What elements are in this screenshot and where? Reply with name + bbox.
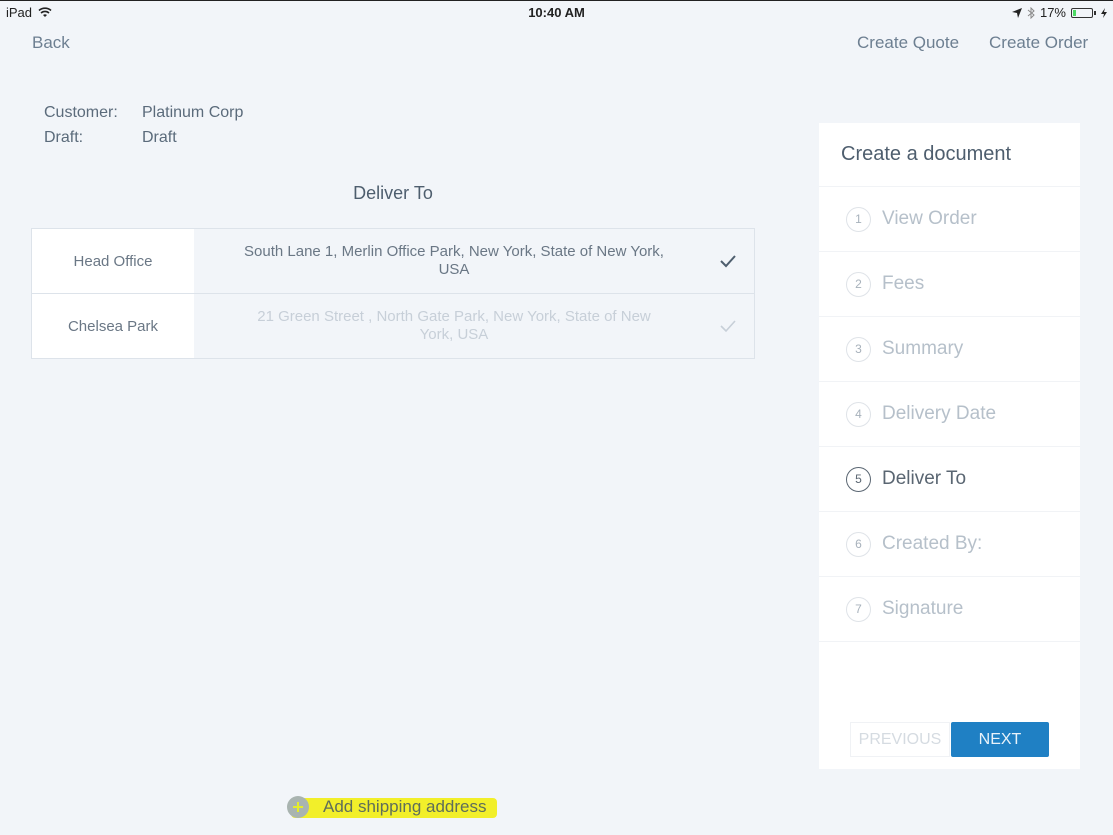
- customer-value: Platinum Corp: [142, 103, 244, 121]
- address-name[interactable]: Chelsea Park: [32, 294, 194, 358]
- check-icon: [720, 320, 736, 333]
- step-label: View Order: [882, 208, 977, 229]
- step-label: Delivery Date: [882, 403, 997, 424]
- step-number: 2: [846, 271, 871, 297]
- step-number: 6: [846, 531, 871, 557]
- step-label: Fees: [882, 273, 925, 294]
- address-name[interactable]: Head Office: [32, 229, 194, 293]
- step-number: 4: [846, 401, 871, 427]
- battery-fill: [1073, 9, 1076, 16]
- wizard-step-fees[interactable]: 2 Fees: [819, 252, 1080, 317]
- customer-row: Customer: Platinum Corp: [44, 100, 243, 125]
- address-text: 21 Green Street , North Gate Park, New Y…: [257, 308, 651, 343]
- customer-label: Customer:: [44, 103, 118, 121]
- address-row[interactable]: Head Office South Lane 1, Merlin Office …: [32, 229, 754, 294]
- address-text: South Lane 1, Merlin Office Park, New Yo…: [244, 243, 664, 278]
- wizard-step-delivery-date[interactable]: 4 Delivery Date: [819, 382, 1080, 447]
- previous-button[interactable]: PREVIOUS: [850, 722, 950, 757]
- wizard-step-view-order[interactable]: 1 View Order: [819, 187, 1080, 252]
- step-number: 5: [846, 466, 871, 492]
- address-row[interactable]: Chelsea Park 21 Green Street , North Gat…: [32, 294, 754, 358]
- location-icon: [1011, 7, 1022, 18]
- add-shipping-address-button[interactable]: Add shipping address: [287, 796, 497, 818]
- clock: 10:40 AM: [528, 5, 585, 20]
- next-button[interactable]: NEXT: [951, 722, 1049, 757]
- bluetooth-icon: [1027, 6, 1035, 19]
- wizard-title: Create a document: [819, 123, 1080, 187]
- wizard-panel: Create a document 1 View Order 2 Fees 3 …: [819, 123, 1080, 769]
- create-quote-button[interactable]: Create Quote: [857, 33, 959, 53]
- battery-icon: [1071, 7, 1093, 18]
- section-title: Deliver To: [353, 183, 433, 203]
- charging-icon: [1101, 7, 1107, 18]
- battery-percent: 17%: [1039, 5, 1066, 20]
- back-button[interactable]: Back: [32, 33, 70, 53]
- step-number: 1: [846, 206, 871, 232]
- status-bar: iPad 10:40 AM 17%: [0, 1, 1113, 25]
- address-list: Head Office South Lane 1, Merlin Office …: [31, 228, 755, 359]
- wizard-step-signature[interactable]: 7 Signature: [819, 577, 1080, 642]
- step-label: Signature: [882, 598, 964, 619]
- wizard-step-summary[interactable]: 3 Summary: [819, 317, 1080, 382]
- wizard-step-deliver-to[interactable]: 5 Deliver To: [819, 447, 1080, 512]
- create-order-button[interactable]: Create Order: [989, 33, 1088, 53]
- add-shipping-label: Add shipping address: [323, 797, 487, 816]
- draft-row: Draft: Draft: [44, 125, 243, 150]
- step-label: Deliver To: [882, 468, 967, 489]
- add-circle-icon: [287, 796, 309, 818]
- check-icon: [720, 255, 736, 268]
- step-label: Created By:: [882, 533, 983, 554]
- battery-nub: [1094, 10, 1096, 15]
- step-number: 7: [846, 596, 871, 622]
- address-detail[interactable]: South Lane 1, Merlin Office Park, New Yo…: [194, 229, 754, 293]
- step-label: Summary: [882, 338, 964, 359]
- draft-value: Draft: [142, 128, 177, 146]
- draft-label: Draft:: [44, 128, 84, 146]
- step-number: 3: [846, 336, 871, 362]
- wizard-step-created-by[interactable]: 6 Created By:: [819, 512, 1080, 577]
- order-meta: Customer: Platinum Corp Draft: Draft: [44, 100, 243, 150]
- address-detail[interactable]: 21 Green Street , North Gate Park, New Y…: [194, 294, 754, 358]
